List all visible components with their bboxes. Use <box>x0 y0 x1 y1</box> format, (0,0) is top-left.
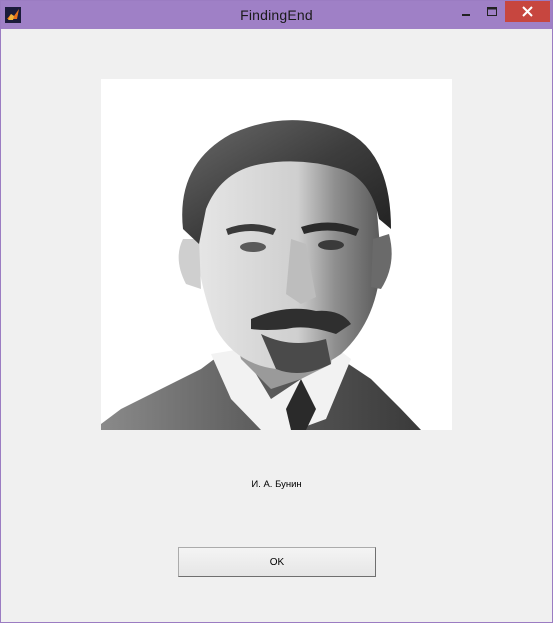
close-icon <box>522 6 533 17</box>
portrait-photo <box>101 79 452 430</box>
portrait-image <box>101 79 452 430</box>
maximize-icon <box>487 7 497 16</box>
minimize-icon <box>462 14 470 16</box>
close-button[interactable] <box>505 1 550 22</box>
minimize-button[interactable] <box>453 1 479 22</box>
ok-button[interactable]: OK <box>178 547 376 577</box>
figure-canvas: И. А. Бунин OK <box>1 29 552 622</box>
figure-window: FindingEnd И. А. Бунин OK <box>0 0 553 623</box>
maximize-button[interactable] <box>479 1 505 22</box>
title-bar[interactable]: FindingEnd <box>1 1 552 29</box>
portrait-caption: И. А. Бунин <box>251 479 302 490</box>
